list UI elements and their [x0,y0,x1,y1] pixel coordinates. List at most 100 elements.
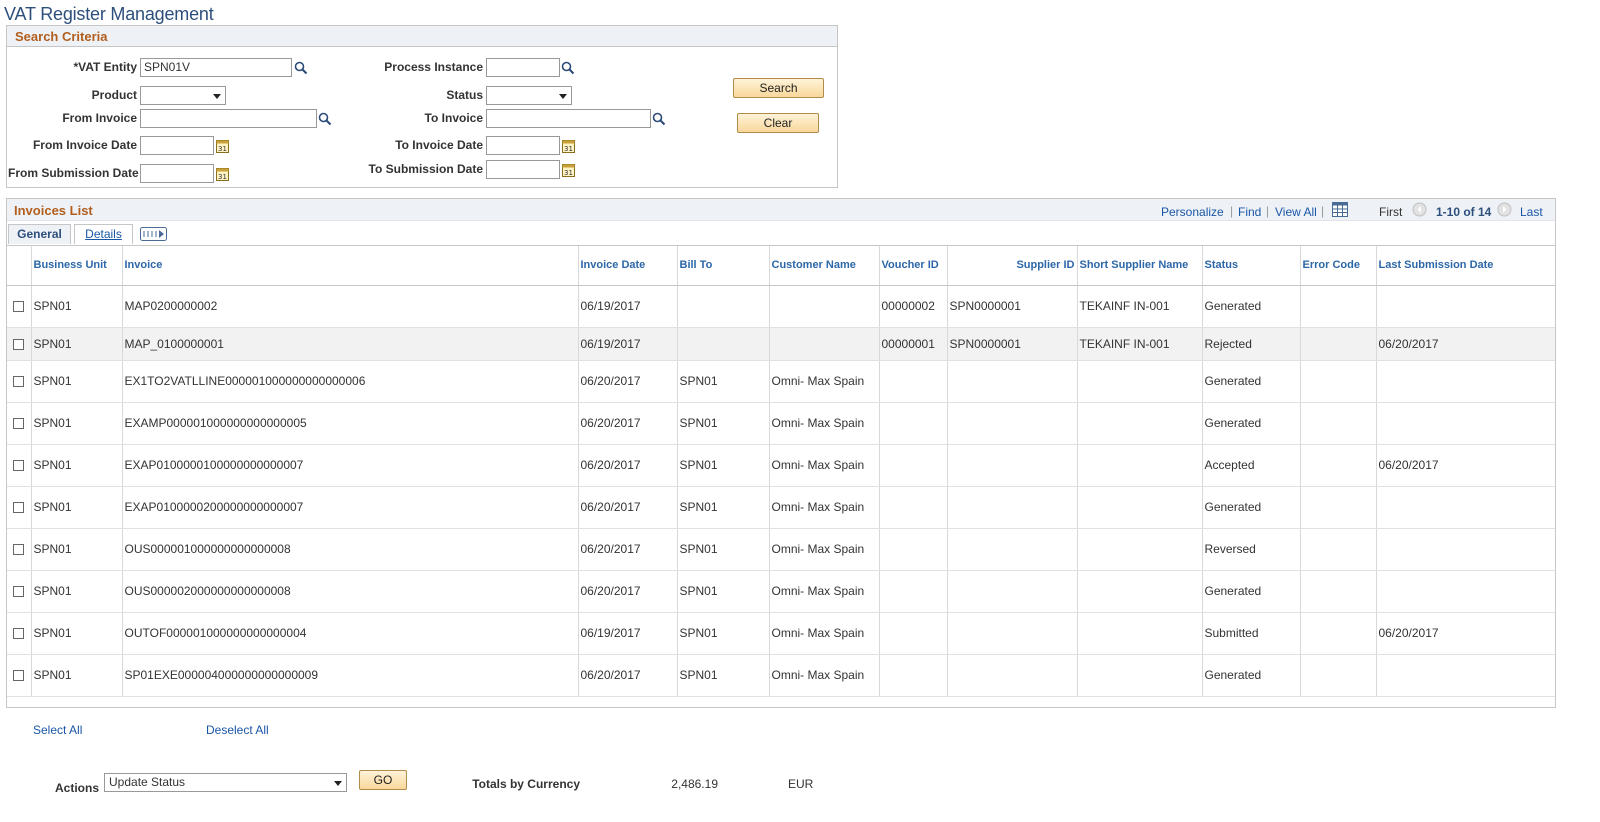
cell-status: Accepted [1201,444,1300,487]
column-header-voucher-id[interactable]: Voucher ID [878,246,947,286]
from-invoice-date-calendar-icon[interactable]: 31 [216,139,229,153]
cell-invoice-link[interactable]: EXAMP000001000000000000005 [121,402,578,445]
column-header-status[interactable]: Status [1201,246,1300,286]
cell-invoice-link[interactable]: OUTOF000001000000000000004 [121,612,578,655]
process-instance-input[interactable] [486,58,560,77]
cell-invoice-date: 06/19/2017 [577,327,677,361]
select-column-header [7,246,31,286]
from-invoice-input[interactable] [140,109,317,128]
cell-customer-name: Omni- Max Spain [768,528,879,571]
vat-entity-lookup-icon[interactable] [294,61,308,75]
row-checkbox[interactable] [13,301,25,313]
previous-page-icon[interactable] [1412,202,1427,217]
cell-invoice-link[interactable]: OUS000001000000000000008 [121,528,578,571]
cell-voucher-id [878,570,947,613]
to-invoice-date-calendar-icon[interactable]: 31 [562,139,575,153]
cell-voucher-id [878,612,947,655]
cell-invoice-link[interactable]: EXAP0100000200000000000007 [121,486,578,529]
to-submission-date-calendar-icon[interactable]: 31 [562,163,575,177]
cell-error-code [1299,444,1376,487]
cell-invoice-link[interactable]: EXAP0100000100000000000007 [121,444,578,487]
deselect-all-link[interactable]: Deselect All [206,723,269,737]
select-all-link[interactable]: Select All [33,723,82,737]
process-instance-lookup-icon[interactable] [561,61,575,75]
column-header-business-unit[interactable]: Business Unit [30,246,122,286]
row-checkbox[interactable] [13,502,25,514]
to-invoice-lookup-icon[interactable] [652,112,666,126]
status-select[interactable] [486,86,572,105]
cell-customer-name: Omni- Max Spain [768,612,879,655]
row-checkbox[interactable] [13,460,25,472]
to-submission-date-input[interactable] [486,160,560,179]
column-header-invoice-date[interactable]: Invoice Date [577,246,677,286]
cell-invoice-date: 06/19/2017 [577,612,677,655]
cell-bill-to: SPN01 [676,444,769,487]
actions-select[interactable]: Update Status [104,773,347,792]
from-submission-date-calendar-icon[interactable]: 31 [216,167,229,181]
cell-invoice-link[interactable]: EX1TO2VATLLINE000001000000000000006 [121,360,578,403]
search-button[interactable]: Search [733,78,824,98]
column-header-bill-to[interactable]: Bill To [676,246,769,286]
cell-error-code [1299,327,1376,361]
cell-error-code [1299,486,1376,529]
row-checkbox[interactable] [13,544,25,556]
cell-customer-name: Omni- Max Spain [768,570,879,613]
view-all-link[interactable]: View All [1275,205,1317,219]
cell-error-code [1299,612,1376,655]
svg-text:31: 31 [218,145,227,153]
to-invoice-input[interactable] [486,109,651,128]
cell-customer-name: Omni- Max Spain [768,402,879,445]
row-checkbox[interactable] [13,338,25,350]
row-checkbox[interactable] [13,376,25,388]
to-submission-date-label: To Submission Date [368,162,483,176]
column-header-short-supplier-name[interactable]: Short Supplier Name [1076,246,1202,286]
spreadsheet-download-icon[interactable] [1332,202,1348,217]
table-row: SPN01 EXAP0100000100000000000007 06/20/2… [7,444,1555,487]
cell-invoice-link[interactable]: OUS000002000000000000008 [121,570,578,613]
cell-invoice-date: 06/20/2017 [577,402,677,445]
cell-error-code [1299,402,1376,445]
cell-invoice-link[interactable]: MAP0200000002 [121,285,578,328]
from-invoice-lookup-icon[interactable] [318,112,332,126]
column-header-customer-name[interactable]: Customer Name [768,246,879,286]
cell-bill-to: SPN01 [676,402,769,445]
cell-error-code [1299,654,1376,697]
from-invoice-date-input[interactable] [140,136,214,155]
column-header-last-submission-date[interactable]: Last Submission Date [1375,246,1555,286]
find-link[interactable]: Find [1238,205,1261,219]
cell-invoice-link[interactable]: MAP_0100000001 [121,327,578,361]
chevron-down-icon [334,781,342,786]
cell-status: Generated [1201,360,1300,403]
cell-status: Generated [1201,486,1300,529]
column-header-supplier-id[interactable]: Supplier ID [946,246,1077,286]
column-header-error-code[interactable]: Error Code [1299,246,1376,286]
totals-by-currency-label: Totals by Currency [472,777,580,791]
from-submission-date-input[interactable] [140,164,214,183]
cell-last-submission-date: 06/20/2017 [1375,612,1555,655]
cell-bill-to: SPN01 [676,360,769,403]
tab-details[interactable]: Details [74,224,133,244]
show-all-columns-icon[interactable] [140,227,167,241]
tab-general[interactable]: General [8,224,71,244]
clear-button[interactable]: Clear [737,113,819,133]
cell-invoice-date: 06/20/2017 [577,486,677,529]
row-checkbox[interactable] [13,628,25,640]
actions-select-value: Update Status [109,775,186,789]
cell-voucher-id: 00000001 [878,327,947,361]
product-select[interactable] [140,86,226,105]
to-invoice-date-input[interactable] [486,136,560,155]
cell-invoice-link[interactable]: SP01EXE000004000000000000009 [121,654,578,697]
cell-customer-name: Omni- Max Spain [768,444,879,487]
row-checkbox[interactable] [13,418,25,430]
last-page-link[interactable]: Last [1520,205,1543,219]
go-button[interactable]: GO [359,770,407,790]
row-checkbox[interactable] [13,670,25,682]
personalize-link[interactable]: Personalize [1161,205,1224,219]
to-invoice-date-label: To Invoice Date [395,138,483,152]
row-checkbox[interactable] [13,586,25,598]
cell-voucher-id [878,402,947,445]
column-header-invoice[interactable]: Invoice [121,246,578,286]
next-page-icon[interactable] [1497,202,1512,217]
cell-voucher-id [878,528,947,571]
vat-entity-input[interactable]: SPN01V [140,58,292,77]
